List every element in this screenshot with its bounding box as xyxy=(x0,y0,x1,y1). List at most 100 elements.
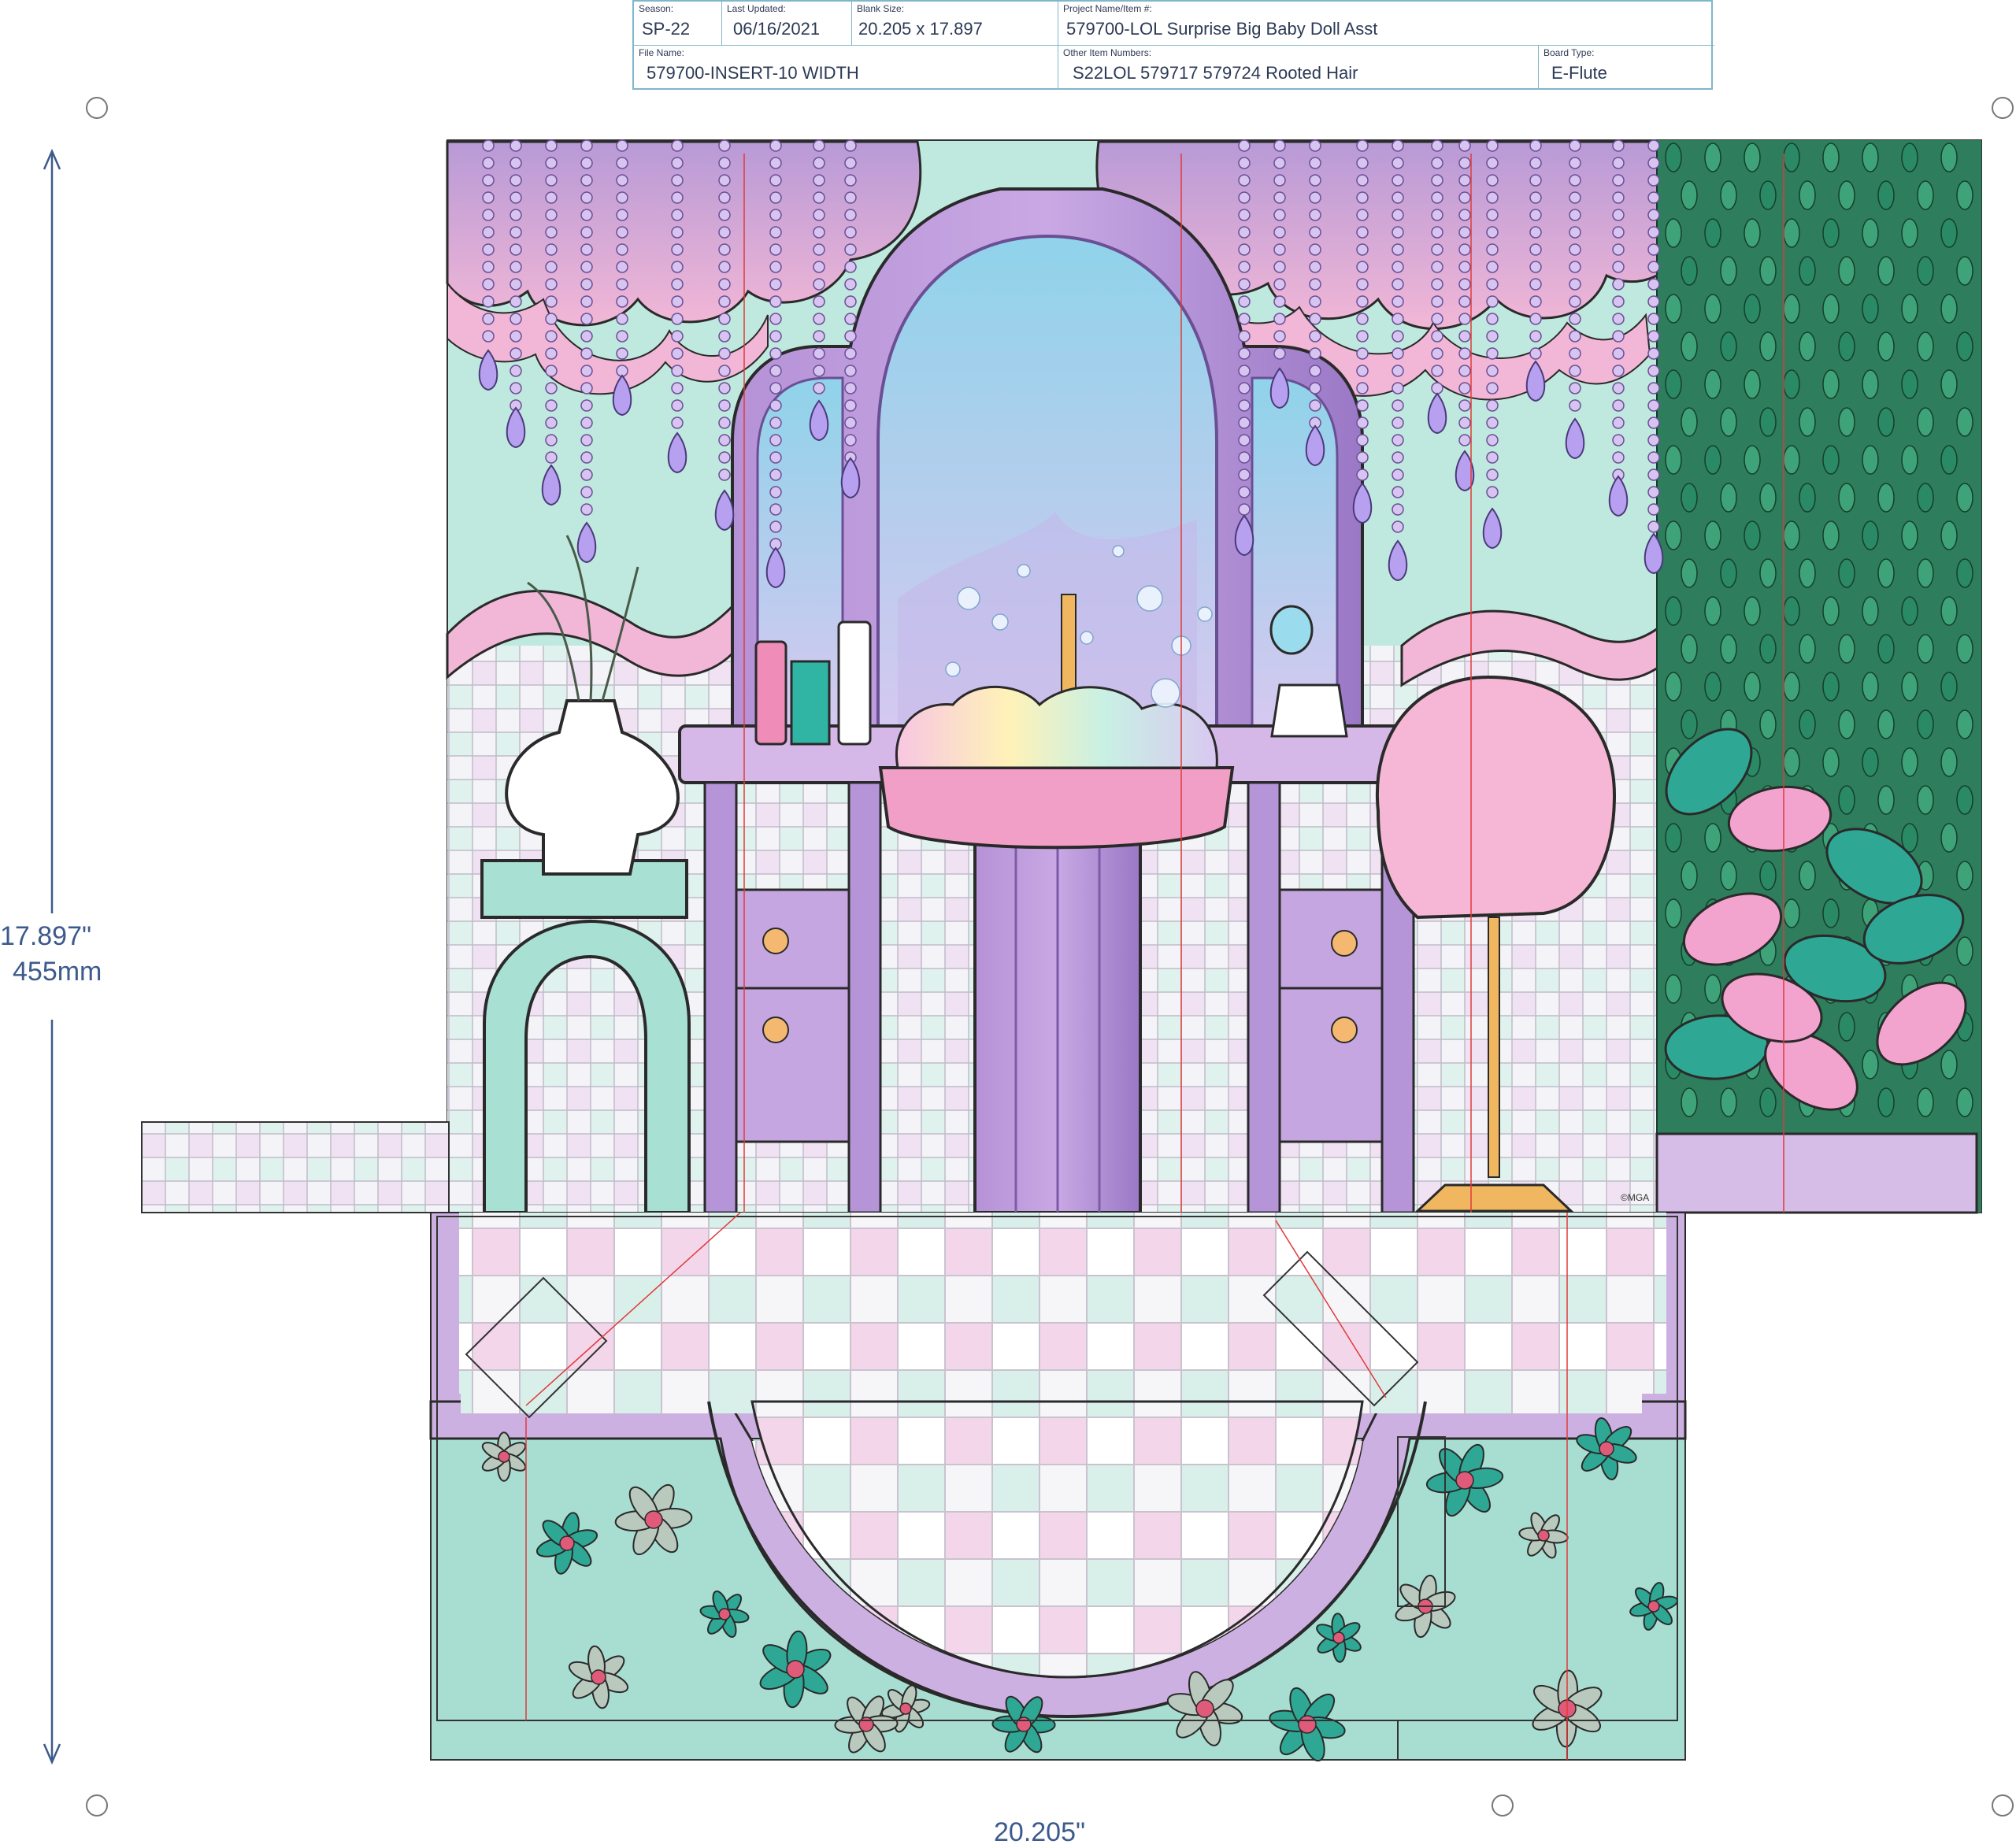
vine-leaf xyxy=(1783,520,1800,550)
vine-leaf xyxy=(1877,256,1895,286)
vine-leaf xyxy=(1704,974,1721,1004)
crystal-bead xyxy=(1486,139,1499,152)
crystal-bead xyxy=(718,209,731,221)
vine-leaf xyxy=(1704,596,1721,626)
crystal-bead xyxy=(1392,503,1404,516)
registration-mark-top-left xyxy=(86,97,108,119)
vine-leaf xyxy=(1822,898,1840,928)
crystal-bead xyxy=(580,174,593,187)
crystal-bead xyxy=(1392,365,1404,377)
crystal-bead xyxy=(1647,209,1660,221)
crystal-bead xyxy=(1486,191,1499,204)
vine-leaf xyxy=(1783,898,1800,928)
crystal-bead xyxy=(718,139,731,152)
vine-leaf xyxy=(1681,256,1698,286)
vine-leaf xyxy=(1940,747,1958,777)
vine-leaf xyxy=(1917,785,1934,815)
crystal-bead xyxy=(769,451,782,464)
succulent-center xyxy=(1455,1471,1474,1490)
height-inches-label: 17.897" xyxy=(0,921,92,951)
vine-leaf xyxy=(1759,180,1777,210)
crystal-bead xyxy=(1431,382,1443,394)
crystal-bead xyxy=(1529,261,1542,273)
crystal-bead xyxy=(1238,468,1251,481)
succulent-center xyxy=(1599,1441,1614,1457)
crystal-bead xyxy=(1309,191,1321,204)
vine-leaf xyxy=(1783,369,1800,399)
crystal-bead xyxy=(1392,278,1404,291)
vine-leaf xyxy=(1838,256,1855,286)
crystal-bead xyxy=(1647,139,1660,152)
brush-cup xyxy=(1270,683,1348,738)
bubble xyxy=(1136,585,1163,612)
vine-leaf xyxy=(1759,709,1777,739)
crystal-bead xyxy=(718,295,731,308)
crystal-bead xyxy=(844,399,857,412)
crystal-bead xyxy=(671,174,684,187)
vine-leaf xyxy=(1822,520,1840,550)
crystal-bead xyxy=(1647,226,1660,239)
crystal-bead xyxy=(1486,209,1499,221)
vine-leaf xyxy=(1956,785,1973,815)
crystal-bead xyxy=(1273,139,1286,152)
crystal-bead xyxy=(1569,295,1581,308)
vine-leaf xyxy=(1917,1087,1934,1117)
crystal-bead xyxy=(510,157,522,169)
vine-leaf xyxy=(1665,974,1682,1004)
crystal-bead xyxy=(1309,295,1321,308)
crystal-bead xyxy=(1486,434,1499,446)
crystal-bead xyxy=(844,417,857,429)
crystal-bead xyxy=(813,313,825,325)
vine-leaf xyxy=(1759,1087,1777,1117)
vine-leaf xyxy=(1759,483,1777,513)
vine-leaf xyxy=(1901,672,1918,702)
vine-leaf xyxy=(1956,936,1973,966)
crystal-bead xyxy=(1309,243,1321,256)
crystal-bead xyxy=(1392,191,1404,204)
vine-leaf xyxy=(1838,709,1855,739)
vine-leaf xyxy=(1704,369,1721,399)
left-side-tab xyxy=(141,1121,450,1213)
crystal-bead xyxy=(1647,278,1660,291)
crystal-bead xyxy=(1612,313,1625,325)
vine-leaf xyxy=(1940,294,1958,324)
crystal-bead xyxy=(1458,278,1471,291)
crystal-bead xyxy=(1458,330,1471,343)
crystal-bead xyxy=(545,451,558,464)
crystal-bead xyxy=(1238,399,1251,412)
crystal-bead xyxy=(1486,313,1499,325)
crystal-bead xyxy=(482,295,495,308)
crystal-bead xyxy=(545,434,558,446)
crystal-bead xyxy=(671,191,684,204)
vine-leaf xyxy=(1862,218,1879,248)
crystal-bead xyxy=(510,382,522,394)
vine-leaf xyxy=(1877,331,1895,361)
crystal-bead xyxy=(671,243,684,256)
crystal-bead xyxy=(844,209,857,221)
vine-leaf xyxy=(1704,672,1721,702)
crystal-bead xyxy=(1529,278,1542,291)
crystal-bead xyxy=(580,209,593,221)
crystal-bead xyxy=(1392,486,1404,498)
crystal-bead xyxy=(671,209,684,221)
crystal-bead xyxy=(510,295,522,308)
vine-leaf xyxy=(1901,520,1918,550)
vine-leaf xyxy=(1877,407,1895,437)
crystal-bead xyxy=(580,347,593,360)
crystal-bead xyxy=(1273,209,1286,221)
crystal-bead xyxy=(769,313,782,325)
crystal-bead xyxy=(1612,174,1625,187)
crystal-bead xyxy=(1238,417,1251,429)
crystal-bead xyxy=(1238,330,1251,343)
crystal-bead xyxy=(813,365,825,377)
vine-leaf xyxy=(1956,709,1973,739)
crystal-bead xyxy=(718,174,731,187)
vine-leaf xyxy=(1901,294,1918,324)
vine-leaf xyxy=(1877,558,1895,588)
vine-leaf xyxy=(1665,596,1682,626)
crystal-bead xyxy=(510,278,522,291)
crystal-bead xyxy=(510,313,522,325)
crystal-bead xyxy=(813,174,825,187)
vine-leaf xyxy=(1744,218,1761,248)
crystal-bead xyxy=(545,382,558,394)
